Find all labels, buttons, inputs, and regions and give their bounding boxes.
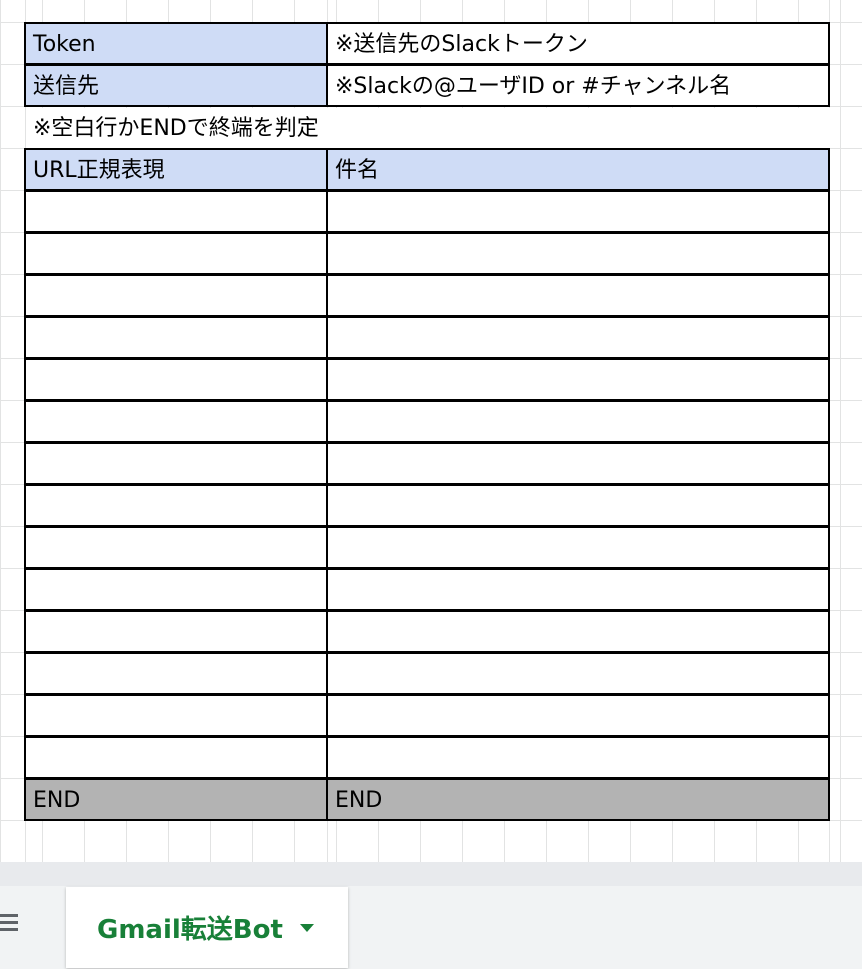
table-row-cell[interactable] bbox=[326, 526, 830, 569]
table-row-cell[interactable] bbox=[326, 442, 830, 485]
sheet-tab-label: Gmail転送Bot bbox=[97, 915, 283, 945]
table-row-cell[interactable] bbox=[326, 610, 830, 653]
token-value: ※送信先のSlackトークン bbox=[335, 32, 588, 57]
end-rule-note[interactable]: ※空白行かENDで終端を判定 bbox=[26, 108, 830, 150]
table-row-cell[interactable] bbox=[24, 652, 328, 695]
table-row-cell[interactable] bbox=[326, 568, 830, 611]
table-row-cell[interactable] bbox=[24, 190, 328, 233]
table-row-cell[interactable] bbox=[24, 274, 328, 317]
table-row-cell[interactable] bbox=[326, 652, 830, 695]
table-row-cell[interactable] bbox=[326, 232, 830, 275]
end-row-cell[interactable]: END bbox=[24, 778, 328, 821]
table-row-cell[interactable] bbox=[24, 526, 328, 569]
sheet-bar-divider bbox=[0, 862, 862, 886]
end-row-text: END bbox=[33, 788, 81, 813]
destination-label-cell[interactable]: 送信先 bbox=[24, 64, 328, 107]
table-row-cell[interactable] bbox=[24, 442, 328, 485]
token-label: Token bbox=[33, 32, 96, 57]
table-row-cell[interactable] bbox=[24, 400, 328, 443]
table-header-cell[interactable]: 件名 bbox=[326, 148, 830, 191]
table-header-cell[interactable]: URL正規表現 bbox=[24, 148, 328, 191]
table-row-cell[interactable] bbox=[326, 274, 830, 317]
token-label-cell[interactable]: Token bbox=[24, 22, 328, 65]
table-row-cell[interactable] bbox=[24, 610, 328, 653]
caret-down-icon[interactable] bbox=[300, 924, 314, 932]
table-row-cell[interactable] bbox=[24, 358, 328, 401]
end-row-cell[interactable]: END bbox=[326, 778, 830, 821]
table-row-cell[interactable] bbox=[326, 694, 830, 737]
destination-value: ※Slackの@ユーザID or #チャンネル名 bbox=[335, 74, 732, 99]
all-sheets-menu-icon[interactable] bbox=[0, 914, 20, 938]
table-row-cell[interactable] bbox=[24, 736, 328, 779]
table-row-cell[interactable] bbox=[24, 484, 328, 527]
table-header-text: URL正規表現 bbox=[33, 158, 165, 183]
table-row-cell[interactable] bbox=[326, 484, 830, 527]
end-row-text: END bbox=[335, 788, 383, 813]
table-row-cell[interactable] bbox=[326, 316, 830, 359]
table-row-cell[interactable] bbox=[24, 316, 328, 359]
table-row-cell[interactable] bbox=[24, 694, 328, 737]
destination-value-cell[interactable]: ※Slackの@ユーザID or #チャンネル名 bbox=[326, 64, 830, 107]
table-header-text: 件名 bbox=[335, 158, 380, 183]
table-row-cell[interactable] bbox=[326, 190, 830, 233]
table-row-cell[interactable] bbox=[326, 358, 830, 401]
sheet-tab-gmail-bot[interactable]: Gmail転送Bot bbox=[66, 887, 348, 968]
destination-label: 送信先 bbox=[33, 74, 100, 99]
table-row-cell[interactable] bbox=[326, 400, 830, 443]
table-row-cell[interactable] bbox=[24, 232, 328, 275]
token-value-cell[interactable]: ※送信先のSlackトークン bbox=[326, 22, 830, 65]
table-row-cell[interactable] bbox=[326, 736, 830, 779]
table-row-cell[interactable] bbox=[24, 568, 328, 611]
